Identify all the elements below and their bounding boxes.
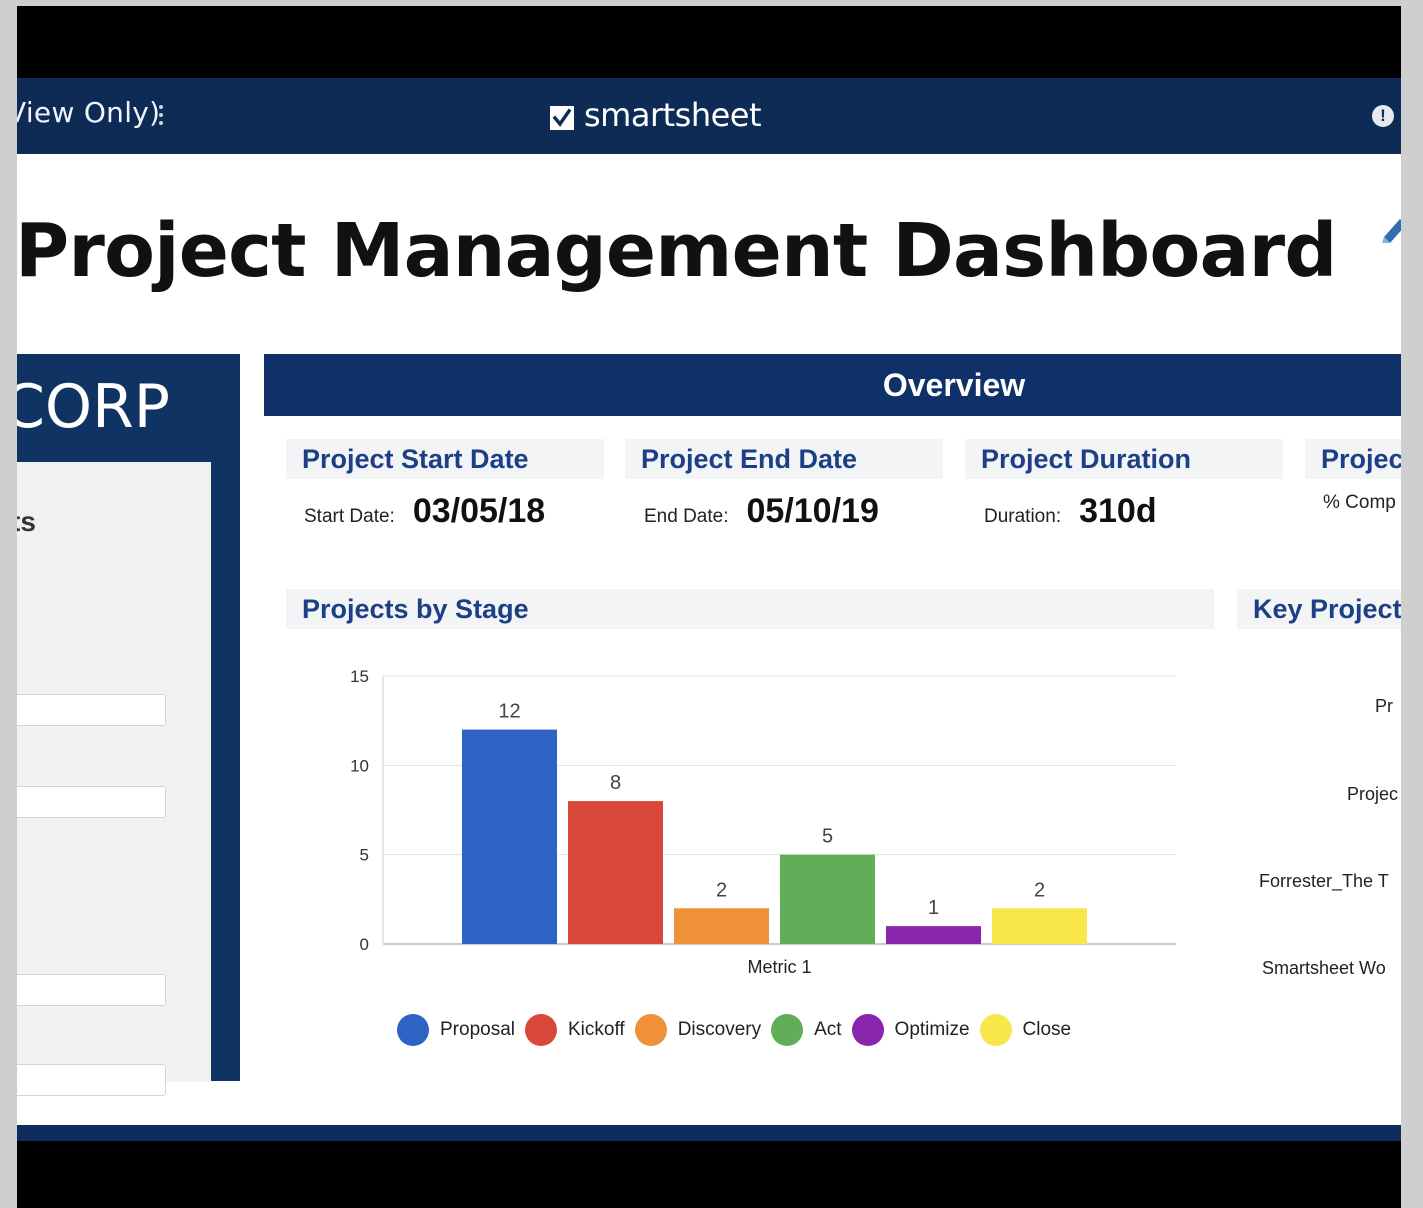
smartsheet-logo-icon (550, 106, 574, 130)
legend-label: Act (814, 1019, 842, 1040)
legend-label: Discovery (677, 1019, 762, 1040)
x-axis-label: Metric 1 (747, 957, 811, 977)
view-only-label: View Only) (17, 96, 161, 129)
legend-swatch (979, 1014, 1012, 1046)
left-input-field[interactable] (17, 974, 166, 1006)
card-title-start-date: Project Start Date (286, 439, 604, 479)
alert-icon[interactable]: ! (1372, 105, 1394, 127)
projects-by-stage-chart: 0510151282512Metric 1 (350, 667, 1176, 977)
bottom-bar (17, 1125, 1401, 1141)
metric-value: 05/10/19 (746, 492, 879, 530)
key-project-item: Smartsheet Wo (1262, 958, 1386, 978)
legend-item[interactable]: Close (979, 1014, 1072, 1046)
left-input-field[interactable] (17, 1064, 166, 1096)
legend-label: Proposal (440, 1019, 515, 1040)
left-input-field[interactable] (17, 786, 166, 818)
bar-proposal (462, 729, 557, 944)
app-frame: View Only) smartsheet ! Project Manageme… (17, 6, 1401, 1208)
metric-end-date: End Date: 05/10/19 (644, 492, 879, 538)
legend-label: Kickoff (568, 1019, 625, 1040)
bottom-black-bar (17, 1141, 1401, 1208)
key-project-item: Pr (1375, 696, 1393, 716)
bar-optimize (886, 926, 981, 944)
data-label: 2 (716, 879, 727, 901)
legend-item[interactable]: Kickoff (525, 1014, 625, 1046)
bar-kickoff (568, 801, 663, 944)
y-tick-label: 0 (360, 935, 369, 954)
brand-name: smartsheet (584, 96, 762, 134)
legend-item[interactable]: Proposal (397, 1014, 515, 1046)
legend-item[interactable]: Discovery (634, 1014, 762, 1046)
bar-discovery (674, 908, 769, 944)
kebab-menu-icon[interactable] (159, 105, 163, 129)
left-card-label: ts (17, 506, 36, 537)
key-project-item: Forrester_The T (1259, 871, 1389, 891)
left-input-field[interactable] (17, 694, 166, 726)
key-projects-title: Key Project (1237, 589, 1401, 629)
pencil-icon (1382, 219, 1401, 243)
metric-start-date: Start Date: 03/05/18 (304, 492, 545, 538)
card-title-duration: Project Duration (965, 439, 1283, 479)
y-tick-label: 5 (360, 846, 369, 865)
data-label: 5 (822, 826, 833, 848)
legend-swatch (634, 1014, 667, 1046)
overview-title: Overview (882, 367, 1026, 403)
legend-swatch (851, 1014, 884, 1046)
metric-value: 03/05/18 (412, 492, 546, 530)
metric-label: End Date: (644, 506, 729, 527)
legend-swatch (397, 1014, 429, 1046)
metric-label: % Comp (1323, 492, 1396, 513)
key-project-item: Projec (1347, 784, 1399, 804)
chart-title: Projects by Stage (286, 589, 1214, 629)
bar-close (992, 908, 1087, 944)
top-black-bar (17, 6, 1401, 78)
metric-label: Start Date: (304, 506, 395, 527)
legend-item[interactable]: Act (771, 1014, 842, 1046)
data-label: 1 (928, 897, 939, 919)
legend-swatch (525, 1014, 557, 1046)
data-label: 12 (498, 701, 520, 723)
metric-duration: Duration: 310d (984, 492, 1157, 538)
brand-logo: smartsheet (550, 96, 762, 134)
page-title: Project Management Dashboard (17, 208, 1337, 294)
metric-value: 310d (1079, 492, 1157, 530)
y-tick-label: 10 (350, 756, 369, 775)
left-card: ts (17, 462, 211, 1096)
legend-label: Close (1022, 1019, 1072, 1040)
chart-legend: Proposal Kickoff Discovery Act Optimize Close (397, 1014, 1081, 1046)
card-title-completion: Projec (1305, 439, 1401, 479)
overview-header: Overview (264, 354, 1401, 416)
legend-item[interactable]: Optimize (851, 1014, 970, 1046)
y-tick-label: 15 (350, 667, 369, 686)
metric-label: Duration: (984, 506, 1062, 527)
data-label: 2 (1034, 879, 1045, 901)
corp-logo-text: CORP (17, 372, 170, 442)
header-bar: View Only) smartsheet ! (17, 78, 1401, 154)
data-label: 8 (610, 772, 621, 794)
left-panel: CORP ts (17, 354, 240, 1096)
card-title-end-date: Project End Date (625, 439, 943, 479)
legend-swatch (771, 1014, 804, 1046)
metric-completion: % Comp (1323, 492, 1401, 538)
legend-label: Optimize (894, 1019, 970, 1040)
bar-act (780, 854, 875, 944)
